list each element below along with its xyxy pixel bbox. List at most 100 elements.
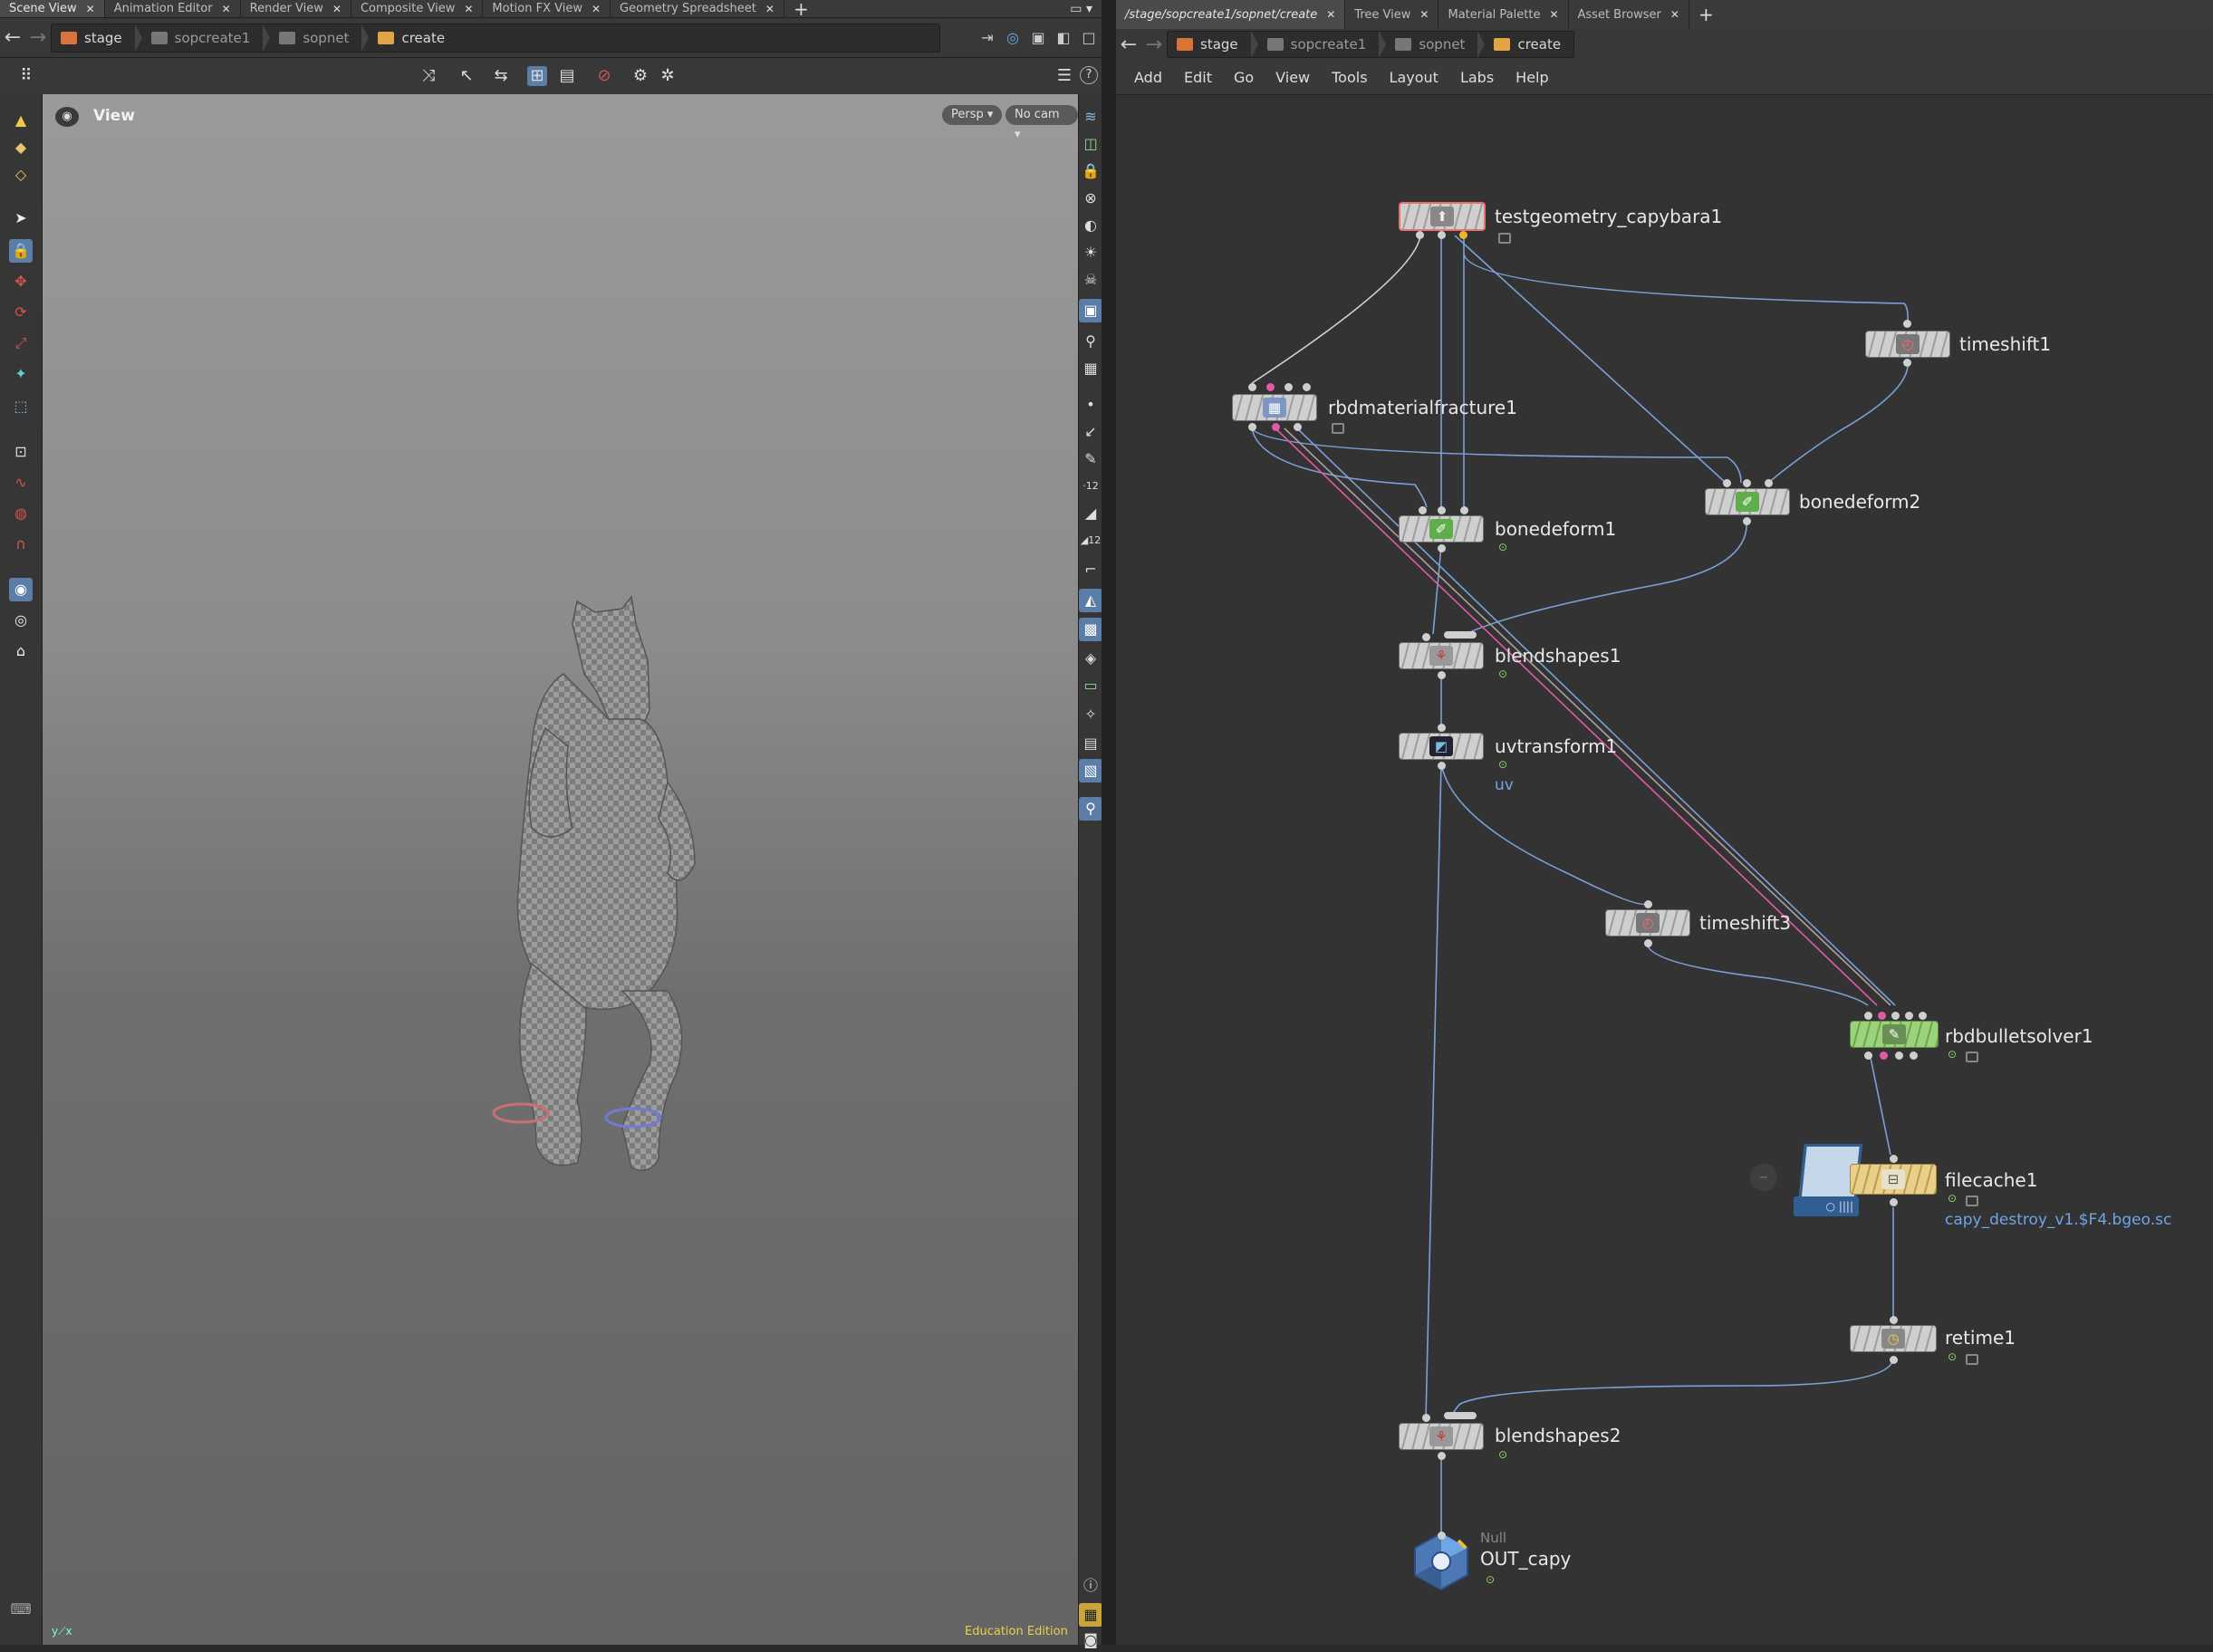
lock-tool-icon[interactable]: 🔒: [9, 239, 33, 263]
node-filecache[interactable]: ⊟: [1850, 1164, 1937, 1195]
input-connector[interactable]: [1891, 1012, 1900, 1020]
input-connector[interactable]: [1890, 1316, 1898, 1324]
input-connector[interactable]: [1438, 506, 1446, 514]
crumb-create[interactable]: create: [1485, 32, 1573, 57]
input-connector[interactable]: [1864, 1012, 1872, 1020]
pane-splitter[interactable]: [1102, 0, 1116, 1645]
brush-icon[interactable]: ◍: [9, 502, 33, 525]
output-connector[interactable]: [1438, 544, 1446, 552]
close-icon[interactable]: ✕: [222, 3, 231, 15]
crumb-stage[interactable]: stage: [1168, 32, 1251, 57]
camera-icon[interactable]: ◧: [1051, 29, 1076, 46]
point-icon[interactable]: •: [1079, 393, 1102, 417]
pin-icon[interactable]: ⇥: [975, 29, 1000, 46]
pane-menu-icon[interactable]: ▭ ▾: [1061, 0, 1102, 17]
output-connector[interactable]: [1416, 231, 1424, 239]
background-icon[interactable]: ▭: [1079, 674, 1102, 697]
menu-edit[interactable]: Edit: [1184, 69, 1212, 86]
close-icon[interactable]: ✕: [464, 3, 473, 15]
output-connector[interactable]: [1743, 517, 1751, 525]
input-connector[interactable]: [1419, 506, 1427, 514]
ghost-icon[interactable]: ◫: [1079, 132, 1102, 156]
tab-scene-view[interactable]: Scene View ✕: [0, 0, 105, 17]
scene-viewport[interactable]: ◉ View Persp ▾ No cam ▾ Education Editio…: [43, 94, 1078, 1645]
node-bonedeform1[interactable]: ✐: [1399, 515, 1484, 543]
input-connector[interactable]: [1723, 479, 1731, 487]
close-icon[interactable]: ✕: [1326, 8, 1335, 21]
multi-input-connector[interactable]: [1444, 1412, 1477, 1419]
edge-icon[interactable]: ⌐: [1079, 558, 1102, 581]
select-arrow-icon[interactable]: ➤: [9, 206, 33, 230]
bypass-toggle-icon[interactable]: –: [1750, 1164, 1777, 1191]
wireframe-icon[interactable]: ▤: [557, 66, 577, 86]
close-icon[interactable]: ✕: [765, 3, 775, 15]
back-arrow-icon[interactable]: ←: [1116, 34, 1141, 56]
forward-arrow-icon[interactable]: →: [25, 26, 51, 49]
close-icon[interactable]: ✕: [86, 3, 95, 15]
lock-icon[interactable]: 🔒: [1079, 159, 1102, 183]
crumb-sopnet[interactable]: sopnet: [1386, 32, 1477, 57]
node-timeshift1[interactable]: ◴: [1865, 331, 1950, 358]
paint-tool-icon[interactable]: ◇: [9, 163, 33, 187]
handle-tool-icon[interactable]: ▲: [9, 109, 33, 132]
scale-box-icon[interactable]: ⊡: [9, 440, 33, 464]
crumb-create[interactable]: create: [369, 24, 457, 52]
transform-icon[interactable]: ⬚: [9, 395, 33, 418]
node-blendshapes2[interactable]: ⚘: [1399, 1423, 1484, 1450]
layers-icon[interactable]: ≋: [1079, 105, 1102, 129]
node-testgeometry[interactable]: ⬆: [1399, 202, 1486, 231]
input-connector[interactable]: [1422, 1414, 1430, 1422]
prim-icon[interactable]: ◢: [1079, 502, 1102, 525]
tab-geometry-spreadsheet[interactable]: Geometry Spreadsheet ✕: [611, 0, 784, 17]
menu-tools[interactable]: Tools: [1332, 69, 1367, 86]
back-arrow-icon[interactable]: ←: [0, 26, 25, 49]
input-connector[interactable]: [1890, 1155, 1898, 1163]
input-connector[interactable]: [1248, 383, 1256, 391]
input-connector[interactable]: [1905, 1012, 1913, 1020]
menu-add[interactable]: Add: [1134, 69, 1162, 86]
help-icon[interactable]: ?: [1080, 66, 1098, 84]
input-connector[interactable]: [1903, 320, 1911, 328]
map-pin-icon[interactable]: ⚲: [1079, 797, 1102, 821]
output-connector[interactable]: [1864, 1052, 1872, 1060]
display-options-icon[interactable]: ▣: [1025, 29, 1051, 46]
info-icon[interactable]: ⓘ: [1079, 1574, 1102, 1598]
close-icon[interactable]: ✕: [1419, 8, 1429, 21]
stop-icon[interactable]: ⊘: [594, 66, 614, 86]
menu-labs[interactable]: Labs: [1460, 69, 1494, 86]
view-tool-icon[interactable]: ◉: [9, 578, 33, 601]
camera-bottom-icon[interactable]: ◙: [1079, 1628, 1102, 1652]
menu-view[interactable]: View: [1275, 69, 1310, 86]
guide-icon[interactable]: ✧: [1079, 703, 1102, 726]
input-connector[interactable]: [1438, 1532, 1446, 1540]
prim-numbers-icon[interactable]: ◢12: [1079, 529, 1102, 552]
uv-icon[interactable]: ◭: [1079, 589, 1102, 612]
input-connector[interactable]: [1460, 506, 1468, 514]
render-icon[interactable]: ▦: [1079, 357, 1102, 380]
pen-icon[interactable]: ✎: [1079, 447, 1102, 471]
tab-motion-fx-view[interactable]: Motion FX View ✕: [483, 0, 611, 17]
close-icon[interactable]: ✕: [592, 3, 601, 15]
tab-network-path[interactable]: /stage/sopcreate1/sopnet/create ✕: [1116, 0, 1346, 29]
move-tool-icon[interactable]: ✥: [9, 270, 33, 293]
magnet-icon[interactable]: ∩: [9, 533, 33, 556]
pose-tool-icon[interactable]: ◆: [9, 136, 33, 159]
node-retime[interactable]: ◷: [1850, 1325, 1937, 1352]
input-connector[interactable]: [1266, 383, 1275, 391]
menu-go[interactable]: Go: [1234, 69, 1254, 86]
output-connector[interactable]: [1248, 423, 1256, 431]
layout-menu-icon[interactable]: ☰: [1054, 66, 1074, 86]
input-connector[interactable]: [1303, 383, 1311, 391]
visibility-icon[interactable]: ⊗: [1079, 187, 1102, 210]
grid-menu-icon[interactable]: ⠿: [16, 66, 36, 86]
output-connector[interactable]: [1438, 231, 1446, 239]
input-connector[interactable]: [1743, 479, 1751, 487]
tab-asset-browser[interactable]: Asset Browser ✕: [1569, 0, 1689, 29]
close-icon[interactable]: ✕: [1549, 8, 1558, 21]
pose-bone-icon[interactable]: ✦: [9, 362, 33, 386]
node-rbdmaterialfracture[interactable]: ▦: [1232, 394, 1317, 421]
select-mode-icon[interactable]: ⇆: [491, 66, 511, 86]
settings-icon[interactable]: ✲: [658, 66, 678, 86]
texture-icon[interactable]: ▩: [1079, 618, 1102, 641]
layout-grid-icon[interactable]: ▦: [1079, 1603, 1102, 1627]
